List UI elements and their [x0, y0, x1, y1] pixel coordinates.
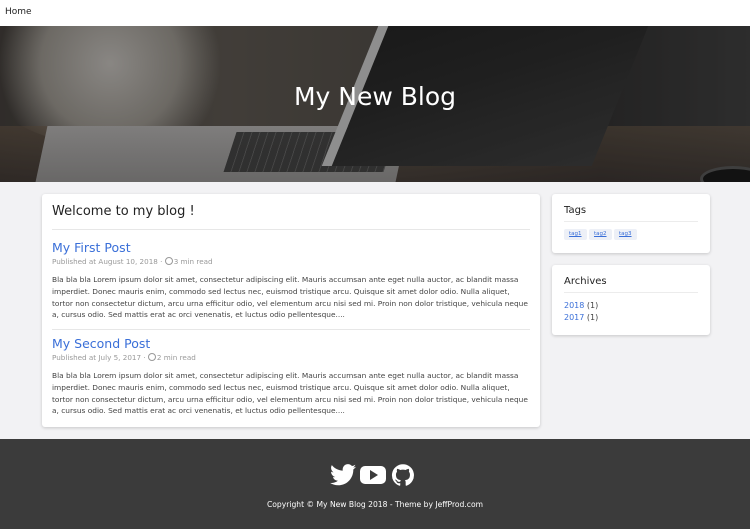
tag-chip[interactable]: tag3: [614, 229, 637, 240]
hero-banner: My New Blog: [0, 26, 750, 182]
post-title-link[interactable]: My Second Post: [52, 336, 150, 351]
posts-card: Welcome to my blog ! My First Post Publi…: [42, 194, 540, 427]
post-read-time: 3 min read: [173, 257, 213, 266]
post-published-date: Published at July 5, 2017 ·: [52, 353, 148, 362]
archive-year-link[interactable]: 2017: [564, 313, 584, 322]
archive-year-link[interactable]: 2018: [564, 301, 584, 310]
copyright-text: Copyright © My New Blog 2018 - Theme by …: [266, 500, 484, 509]
divider: [564, 221, 698, 222]
welcome-heading: Welcome to my blog !: [52, 204, 195, 219]
divider: [52, 229, 530, 230]
clock-icon: [147, 353, 156, 361]
twitter-icon[interactable]: [330, 464, 356, 486]
post-read-time: 2 min read: [156, 353, 196, 362]
archive-count: (1): [586, 301, 599, 310]
github-icon[interactable]: [391, 464, 415, 486]
tags-widget: Tags tag1 tag2 tag3: [552, 194, 710, 253]
archive-item: 2018 (1): [564, 301, 598, 310]
blog-title: My New Blog: [293, 82, 457, 111]
youtube-icon[interactable]: [360, 464, 386, 486]
nav-home-link[interactable]: Home: [5, 7, 32, 17]
post-published-date: Published at August 10, 2018 ·: [52, 257, 165, 266]
post-title-link[interactable]: My First Post: [52, 240, 131, 255]
tags-heading: Tags: [564, 205, 587, 216]
archives-heading: Archives: [564, 276, 607, 287]
tag-chip[interactable]: tag1: [564, 229, 587, 240]
clock-icon: [164, 257, 173, 265]
post-excerpt: Bla bla bla Lorem ipsum dolor sit amet, …: [52, 371, 528, 416]
divider: [564, 292, 698, 293]
tag-chip[interactable]: tag2: [589, 229, 612, 240]
top-navbar: Home: [0, 0, 750, 26]
archive-count: (1): [586, 313, 599, 322]
archives-widget: Archives 2018 (1) 2017 (1): [552, 265, 710, 335]
footer: Copyright © My New Blog 2018 - Theme by …: [0, 439, 750, 529]
divider: [52, 329, 530, 330]
post-meta: Published at August 10, 2018 · 3 min rea…: [52, 257, 213, 266]
post-meta: Published at July 5, 2017 · 2 min read: [52, 353, 196, 362]
post-excerpt: Bla bla bla Lorem ipsum dolor sit amet, …: [52, 275, 528, 320]
archive-item: 2017 (1): [564, 313, 598, 322]
